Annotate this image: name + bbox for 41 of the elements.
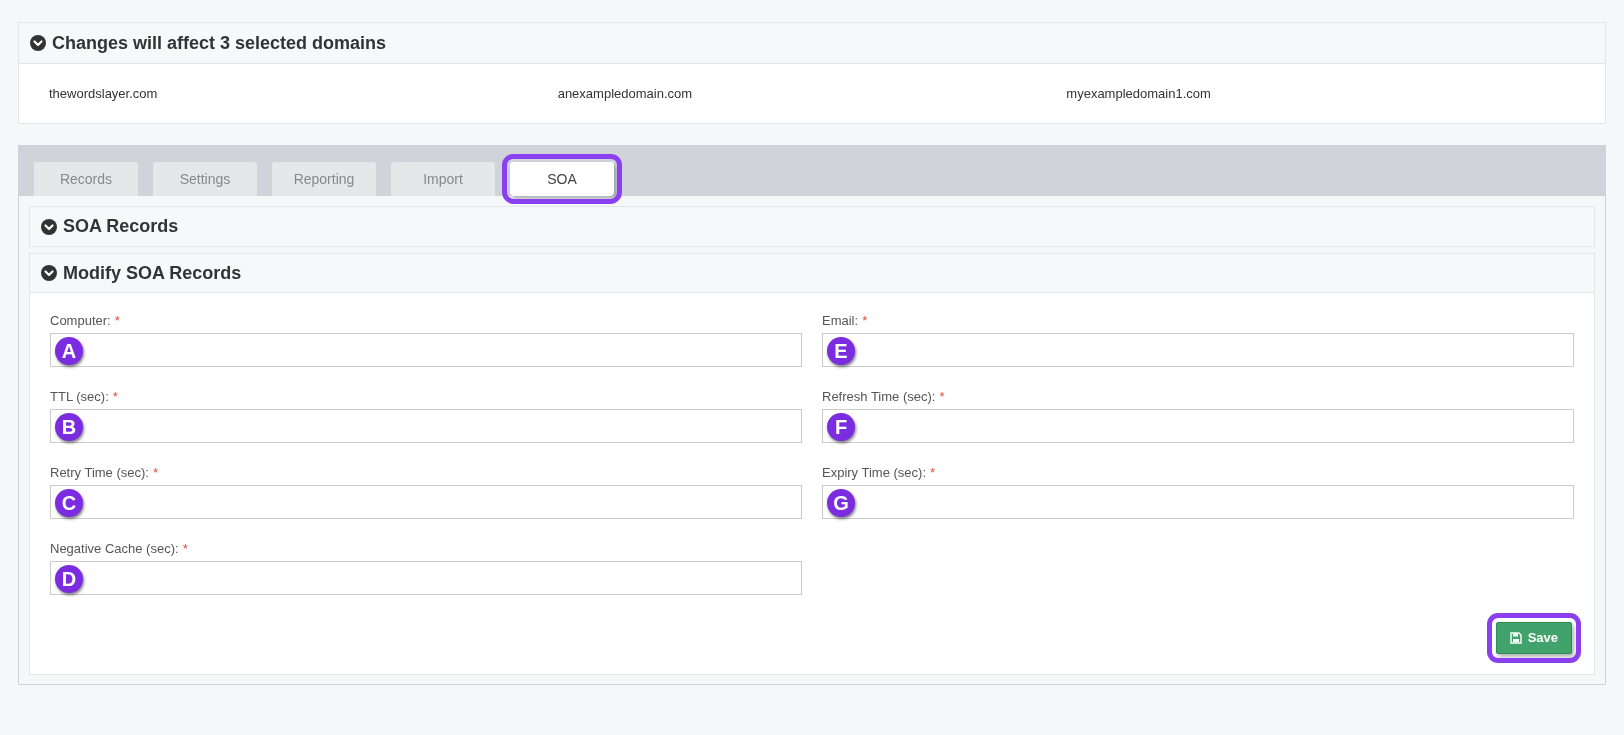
required-mark: * xyxy=(112,388,118,407)
annotation-badge: G xyxy=(827,489,855,517)
panel-header[interactable]: Modify SOA Records xyxy=(30,254,1594,293)
annotation-badge: F xyxy=(827,413,855,441)
domain-name: thewordslayer.com xyxy=(49,84,159,103)
chevron-down-icon xyxy=(41,265,57,281)
annotation-badge: D xyxy=(55,565,83,593)
field-label: Expiry Time (sec): xyxy=(822,464,926,483)
domain-name: anexampledomain.com xyxy=(557,84,694,103)
annotation-badge: A xyxy=(55,337,83,365)
required-mark: * xyxy=(114,312,120,331)
required-mark: * xyxy=(939,388,945,407)
field-label: Refresh Time (sec): xyxy=(822,388,936,407)
required-mark: * xyxy=(152,464,159,483)
field-label: Negative Cache (sec): xyxy=(50,540,179,559)
annotation-badge: C xyxy=(55,489,83,517)
domain-name: myexampledomain1.com xyxy=(1066,84,1212,103)
panel-title: Modify SOA Records xyxy=(63,261,242,285)
field-label: Email: xyxy=(822,312,859,331)
required-mark: * xyxy=(182,540,188,559)
input-field[interactable]: E xyxy=(822,333,1574,367)
input-field[interactable]: F xyxy=(822,409,1574,443)
required-mark: * xyxy=(930,464,936,483)
annotation-badge: E xyxy=(827,337,855,365)
input-field[interactable]: A xyxy=(50,333,802,367)
panel-header[interactable]: SOA Records xyxy=(30,207,1594,246)
field-label: Retry Time (sec): xyxy=(50,464,149,483)
input-field[interactable]: D xyxy=(50,561,802,595)
required-mark: * xyxy=(862,312,868,331)
chevron-down-icon xyxy=(41,218,57,235)
field-label: TTL (sec): xyxy=(50,388,109,407)
input-field[interactable]: B xyxy=(50,409,802,443)
input-field[interactable]: C xyxy=(50,485,802,519)
field-label: Computer: xyxy=(50,312,111,331)
panel-title: Changes will affect 3 selected domains xyxy=(52,31,387,55)
annotation-badge: B xyxy=(55,413,83,441)
save-icon xyxy=(1509,632,1522,644)
panel-header[interactable]: Changes will affect 3 selected domains xyxy=(19,23,1605,64)
input-field[interactable]: G xyxy=(822,485,1574,519)
panel-title: SOA Records xyxy=(63,215,179,238)
chevron-down-icon xyxy=(30,35,46,51)
